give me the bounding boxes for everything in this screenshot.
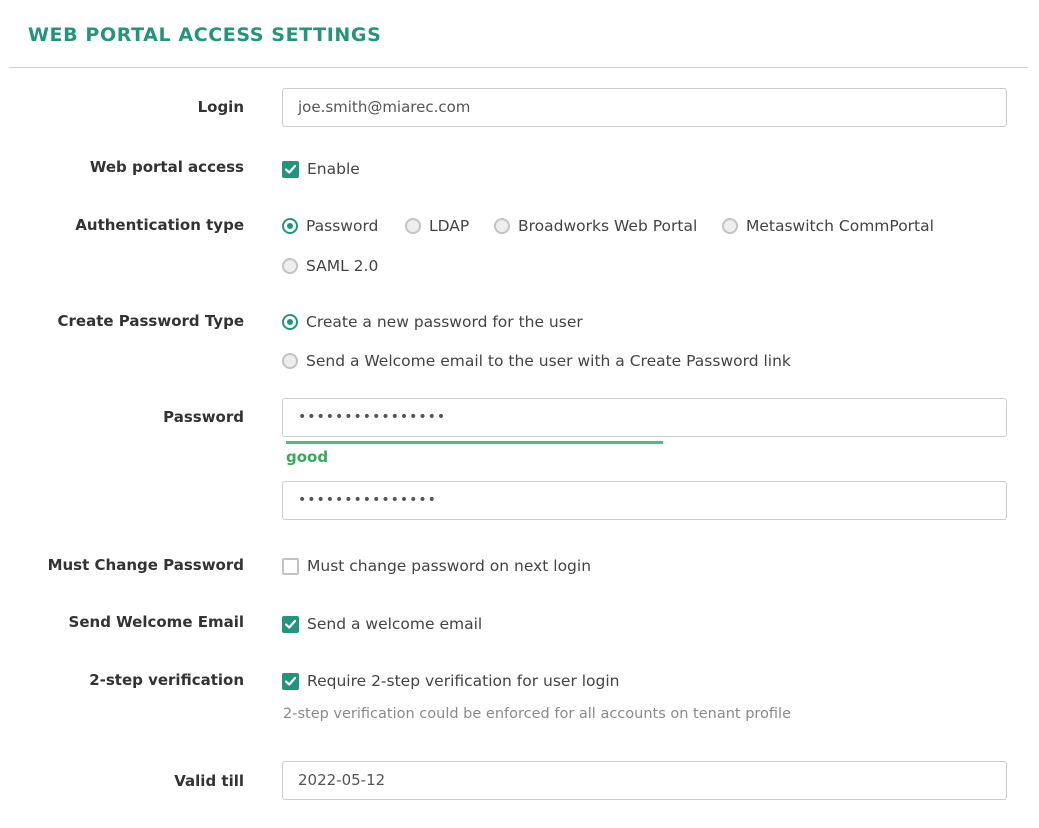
web-portal-access-option[interactable]: Enable — [282, 160, 360, 178]
two-step-verification-label: 2-step verification — [89, 671, 244, 689]
send-welcome-email-option[interactable]: Send a welcome email — [282, 615, 482, 633]
web-portal-access-text: Enable — [307, 160, 360, 178]
send-welcome-email-text: Send a welcome email — [307, 615, 483, 633]
auth-radio-password[interactable]: Password — [282, 217, 378, 235]
radio-icon[interactable] — [282, 314, 298, 330]
auth-option-label: LDAP — [429, 217, 470, 235]
password-strength-bar — [286, 441, 663, 444]
create-password-type-label: Create Password Type — [57, 312, 245, 330]
send-welcome-email-checkbox[interactable] — [282, 615, 299, 633]
two-step-verification-checkbox[interactable] — [282, 672, 299, 690]
auth-option-label: Password — [306, 217, 379, 235]
create-password-radio-new[interactable]: Create a new password for the user — [282, 313, 583, 331]
create-password-option-label: Create a new password for the user — [306, 313, 583, 331]
auth-option-label: Broadworks Web Portal — [518, 217, 698, 235]
must-change-password-label: Must Change Password — [47, 556, 244, 574]
auth-radio-saml[interactable]: SAML 2.0 — [282, 257, 378, 275]
valid-till-label: Valid till — [174, 772, 244, 790]
radio-icon[interactable] — [282, 258, 298, 274]
radio-icon[interactable] — [282, 218, 298, 234]
password-input[interactable]: •••••••••••••••• — [282, 398, 1007, 437]
two-step-verification-option[interactable]: Require 2-step verification for user log… — [282, 672, 620, 690]
radio-icon[interactable] — [405, 218, 421, 234]
two-step-verification-text: Require 2-step verification for user log… — [307, 672, 620, 690]
auth-radio-broadworks[interactable]: Broadworks Web Portal — [494, 217, 697, 235]
login-input[interactable]: joe.smith@miarec.com — [282, 88, 1007, 127]
checkmark-icon — [284, 619, 297, 629]
section-divider — [9, 67, 1028, 68]
password-strength-text: good — [286, 448, 329, 466]
checkmark-icon — [284, 164, 297, 174]
must-change-password-text: Must change password on next login — [307, 557, 592, 575]
radio-icon[interactable] — [722, 218, 738, 234]
password-label: Password — [163, 408, 244, 426]
login-label: Login — [197, 98, 244, 116]
send-welcome-email-label: Send Welcome Email — [68, 613, 244, 631]
radio-icon[interactable] — [494, 218, 510, 234]
must-change-password-option[interactable]: Must change password on next login — [282, 557, 591, 575]
auth-option-label: SAML 2.0 — [306, 257, 379, 275]
confirm-password-input[interactable]: ••••••••••••••• — [282, 481, 1007, 520]
auth-option-label: Metaswitch CommPortal — [746, 217, 934, 235]
section-title: WEB PORTAL ACCESS SETTINGS — [28, 24, 382, 46]
checkmark-icon — [284, 676, 297, 686]
authentication-type-label: Authentication type — [75, 216, 244, 234]
auth-radio-metaswitch[interactable]: Metaswitch CommPortal — [722, 217, 934, 235]
auth-radio-ldap[interactable]: LDAP — [405, 217, 469, 235]
must-change-password-checkbox[interactable] — [282, 557, 299, 575]
create-password-radio-welcome-email[interactable]: Send a Welcome email to the user with a … — [282, 352, 791, 370]
web-portal-access-label: Web portal access — [89, 158, 244, 176]
radio-icon[interactable] — [282, 353, 298, 369]
valid-till-input[interactable]: 2022-05-12 — [282, 761, 1007, 800]
two-step-verification-help: 2-step verification could be enforced fo… — [283, 706, 792, 722]
web-portal-access-checkbox[interactable] — [282, 160, 299, 178]
create-password-option-label: Send a Welcome email to the user with a … — [306, 352, 791, 370]
